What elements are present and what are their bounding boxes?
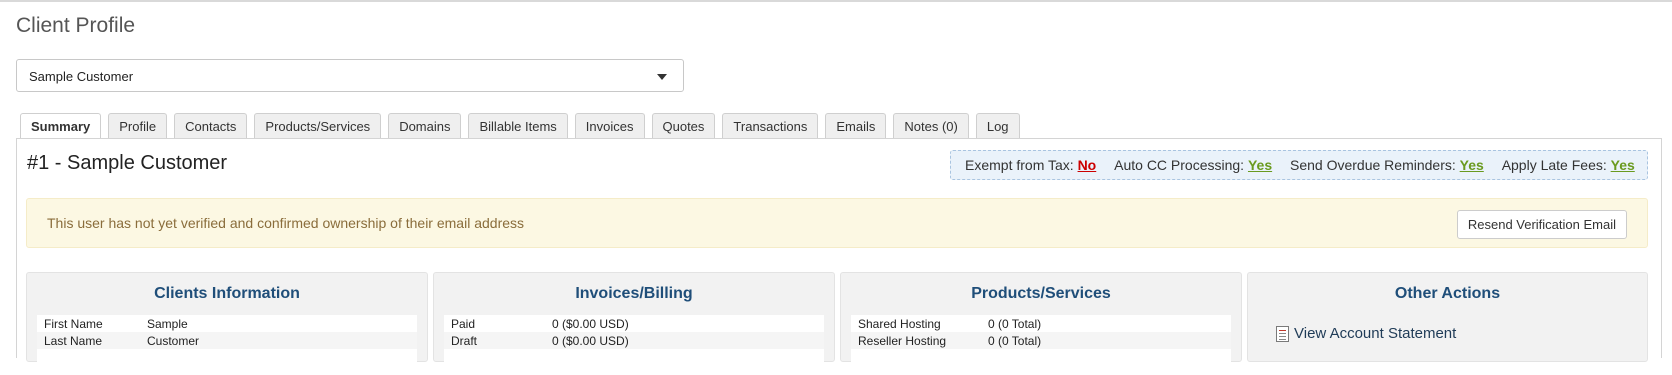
tab-profile[interactable]: Profile: [108, 113, 168, 139]
clients-information-panel: Clients Information First Name Sample La…: [26, 272, 428, 375]
table-row: Shared Hosting 0 (0 Total): [851, 315, 1231, 332]
chevron-down-icon: [657, 74, 667, 80]
row-label: Reseller Hosting: [858, 334, 947, 348]
flag-label: Send Overdue Reminders:: [1290, 157, 1456, 173]
table-row: Last Name Customer: [37, 332, 417, 349]
tab-quotes[interactable]: Quotes: [651, 113, 716, 139]
client-select-value: Sample Customer: [29, 69, 134, 84]
row-value: Customer: [147, 334, 200, 348]
tab-billable-items[interactable]: Billable Items: [468, 113, 568, 139]
exempt-from-tax-link[interactable]: No: [1078, 157, 1097, 173]
flag-label: Auto CC Processing:: [1114, 157, 1245, 173]
action-label: View Account Statement: [1294, 325, 1457, 342]
table-row: Paid 0 ($0.00 USD): [444, 315, 824, 332]
row-value: 0 ($0.00 USD): [552, 317, 629, 331]
panel-title: Other Actions: [1394, 285, 1501, 302]
row-value: 0 (0 Total): [988, 317, 1042, 331]
row-label: Draft: [451, 334, 478, 348]
table-row: First Name Sample: [37, 315, 417, 332]
tab-bar: Summary Profile Contacts Products/Servic…: [20, 113, 1027, 141]
products-services-panel: Products/Services Shared Hosting 0 (0 To…: [840, 272, 1242, 375]
row-value: Sample: [147, 317, 188, 331]
tab-products-services[interactable]: Products/Services: [254, 113, 382, 139]
row-label: First Name: [44, 317, 103, 331]
flag-send-overdue-reminders: Send Overdue Reminders: Yes: [1290, 157, 1488, 173]
panel-table: Paid 0 ($0.00 USD) Draft 0 ($0.00 USD): [444, 315, 824, 375]
tab-invoices[interactable]: Invoices: [574, 113, 645, 139]
apply-late-fees-link[interactable]: Yes: [1611, 157, 1635, 173]
row-label: Shared Hosting: [858, 317, 941, 331]
alert-message: This user has not yet verified and confi…: [47, 215, 525, 231]
table-row: Reseller Hosting 0 (0 Total): [851, 332, 1231, 349]
client-flags-bar: Exempt from Tax: No Auto CC Processing: …: [950, 150, 1648, 180]
statement-icon: [1276, 325, 1289, 342]
row-label: Last Name: [44, 334, 103, 348]
panel-table: First Name Sample Last Name Customer: [37, 315, 417, 375]
page-title: Client Profile: [16, 14, 136, 37]
resend-verification-button[interactable]: Resend Verification Email: [1456, 210, 1627, 239]
email-verification-alert: This user has not yet verified and confi…: [26, 198, 1648, 248]
panel-title: Products/Services: [971, 285, 1111, 302]
tab-notes[interactable]: Notes (0): [893, 113, 969, 139]
table-row: Draft 0 ($0.00 USD): [444, 332, 824, 349]
flag-auto-cc-processing: Auto CC Processing: Yes: [1114, 157, 1276, 173]
panel-title: Clients Information: [154, 285, 300, 302]
tab-log[interactable]: Log: [975, 113, 1020, 139]
row-value: 0 ($0.00 USD): [552, 334, 629, 348]
tab-summary[interactable]: Summary: [20, 113, 102, 141]
row-label: Paid: [451, 317, 476, 331]
flag-exempt-from-tax: Exempt from Tax: No: [965, 157, 1100, 173]
tab-domains[interactable]: Domains: [388, 113, 462, 139]
invoices-billing-panel: Invoices/Billing Paid 0 ($0.00 USD) Draf…: [433, 272, 835, 375]
tab-emails[interactable]: Emails: [825, 113, 887, 139]
client-select[interactable]: Sample Customer: [16, 59, 684, 92]
tab-transactions[interactable]: Transactions: [722, 113, 819, 139]
flag-label: Exempt from Tax:: [965, 157, 1074, 173]
send-overdue-reminders-link[interactable]: Yes: [1460, 157, 1484, 173]
top-divider: [0, 0, 1672, 2]
flag-apply-late-fees: Apply Late Fees: Yes: [1502, 157, 1635, 173]
row-value: 0 (0 Total): [988, 334, 1042, 348]
client-heading: #1 - Sample Customer: [27, 152, 228, 174]
view-account-statement-link[interactable]: View Account Statement: [1276, 325, 1456, 342]
flag-label: Apply Late Fees:: [1501, 157, 1607, 173]
auto-cc-processing-link[interactable]: Yes: [1248, 157, 1272, 173]
panel-table: Shared Hosting 0 (0 Total) Reseller Host…: [851, 315, 1231, 375]
other-actions-panel: Other Actions View Account Statement: [1247, 272, 1648, 362]
tab-contacts[interactable]: Contacts: [174, 113, 248, 139]
panel-title: Invoices/Billing: [575, 285, 693, 302]
